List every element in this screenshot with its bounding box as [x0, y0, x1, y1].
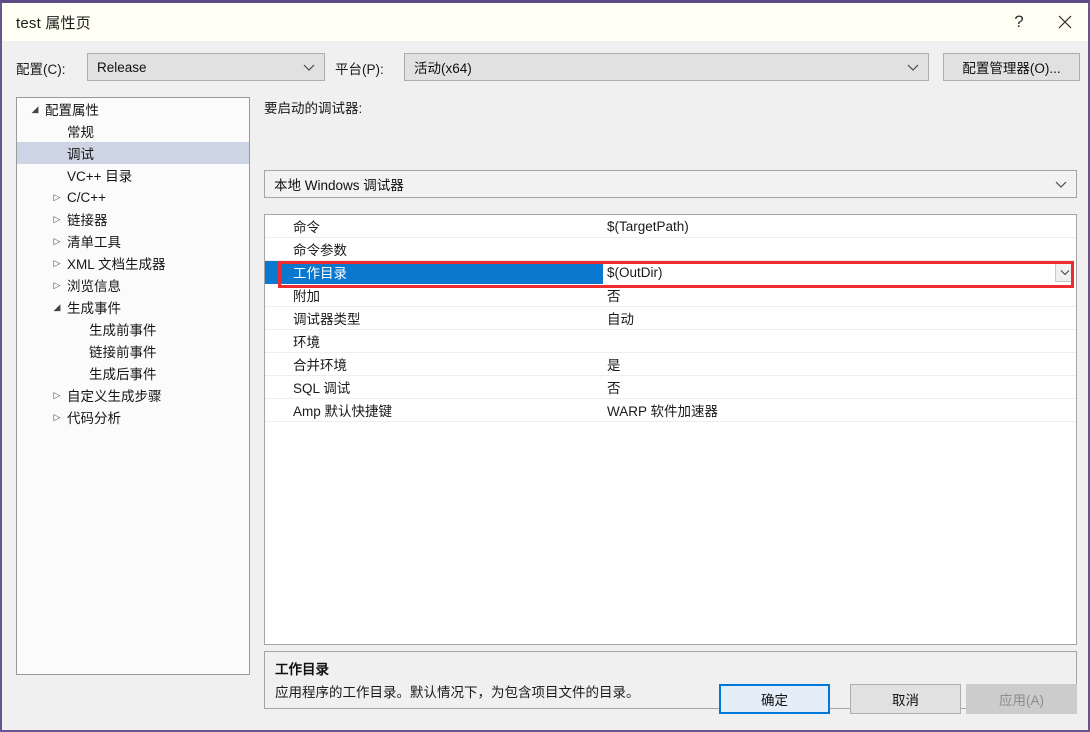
- tree-item-2[interactable]: 调试: [17, 142, 249, 164]
- triangle-right-icon[interactable]: ▷: [49, 236, 65, 246]
- property-row[interactable]: 合并环境 是: [265, 353, 1076, 376]
- tree-item-label: 链接前事件: [89, 345, 157, 360]
- tree-item-14[interactable]: ▷ 代码分析: [17, 406, 249, 428]
- tree-item-7[interactable]: ▷ XML 文档生成器: [17, 252, 249, 274]
- configuration-label: 配置(C):: [16, 62, 66, 77]
- property-name: SQL 调试: [293, 381, 351, 396]
- property-tree[interactable]: ◢ 配置属性 常规 调试 VC++ 目录 ▷ C/C++ ▷ 链接器 ▷ 清单工具 ▷ XML 文…: [16, 97, 250, 675]
- tree-item-1[interactable]: 常规: [17, 120, 249, 142]
- platform-label: 平台(P):: [335, 62, 384, 77]
- main-pane: 要启动的调试器: 本地 Windows 调试器 命令 $(TargetPath) 命…: [264, 97, 1077, 645]
- help-icon[interactable]: ?: [996, 3, 1042, 41]
- tree-item-label: 调试: [67, 147, 94, 162]
- tree-item-12[interactable]: 生成后事件: [17, 362, 249, 384]
- property-value: 否: [607, 381, 621, 396]
- triangle-right-icon[interactable]: ▷: [49, 258, 65, 268]
- tree-item-0[interactable]: ◢ 配置属性: [17, 98, 249, 120]
- configuration-value: Release: [97, 59, 147, 75]
- ok-button[interactable]: 确定: [719, 684, 830, 714]
- property-value: $(TargetPath): [607, 218, 689, 234]
- property-row[interactable]: 调试器类型 自动: [265, 307, 1076, 330]
- title-bar: test 属性页 ?: [2, 3, 1088, 41]
- property-row[interactable]: 附加 否: [265, 284, 1076, 307]
- property-row[interactable]: 命令参数: [265, 238, 1076, 261]
- property-name: 命令: [293, 220, 320, 235]
- property-value: 自动: [607, 312, 634, 327]
- property-name: 命令参数: [293, 243, 347, 258]
- tree-spacer-icon: [49, 149, 65, 158]
- tree-item-label: 生成事件: [67, 301, 121, 316]
- tree-item-label: 浏览信息: [67, 279, 121, 294]
- tree-item-label: XML 文档生成器: [67, 257, 166, 272]
- property-name: 合并环境: [293, 358, 347, 373]
- tree-spacer-icon: [49, 171, 65, 180]
- configuration-manager-button[interactable]: 配置管理器(O)...: [943, 53, 1080, 81]
- property-row[interactable]: Amp 默认快捷键 WARP 软件加速器: [265, 399, 1076, 422]
- tree-item-label: C/C++: [67, 189, 107, 205]
- chevron-down-icon: [1055, 177, 1067, 192]
- tree-item-label: 生成前事件: [89, 323, 157, 338]
- property-row[interactable]: SQL 调试 否: [265, 376, 1076, 399]
- dialog-body: 配置(C): Release 平台(P): 活动(x64) 配置管理器(O)..…: [2, 41, 1088, 730]
- chevron-down-icon: [303, 60, 315, 75]
- tree-item-label: 链接器: [67, 213, 108, 228]
- tree-item-label: VC++ 目录: [67, 169, 133, 184]
- close-icon[interactable]: [1042, 3, 1088, 41]
- tree-item-3[interactable]: VC++ 目录: [17, 164, 249, 186]
- tree-item-6[interactable]: ▷ 清单工具: [17, 230, 249, 252]
- apply-button: 应用(A): [966, 684, 1077, 714]
- triangle-down-icon[interactable]: ◢: [27, 104, 43, 114]
- property-value[interactable]: $(OutDir): [603, 265, 1076, 280]
- tree-item-10[interactable]: 生成前事件: [17, 318, 249, 340]
- cancel-button[interactable]: 取消: [850, 684, 961, 714]
- property-row[interactable]: 工作目录 $(OutDir): [265, 260, 1076, 284]
- configuration-bar: 配置(C): Release 平台(P): 活动(x64) 配置管理器(O)..…: [2, 53, 1088, 81]
- property-grid[interactable]: 命令 $(TargetPath) 命令参数 工作目录 $(OutDir) 附加否调试器类型…: [264, 214, 1077, 645]
- tree-spacer-icon: [71, 369, 87, 378]
- debugger-launcher-value: 本地 Windows 调试器: [274, 178, 404, 193]
- properties-dialog-window: test 属性页 ? 配置(C): Release 平台(P): 活动(x64): [0, 0, 1090, 732]
- property-row[interactable]: 环境: [265, 330, 1076, 353]
- tree-item-4[interactable]: ▷ C/C++: [17, 186, 249, 208]
- tree-item-label: 代码分析: [67, 411, 121, 426]
- property-name: 环境: [293, 335, 320, 350]
- configuration-select[interactable]: Release: [87, 53, 325, 81]
- triangle-right-icon[interactable]: ▷: [49, 280, 65, 290]
- chevron-down-icon: [907, 60, 919, 75]
- platform-value: 活动(x64): [414, 61, 472, 76]
- tree-spacer-icon: [49, 127, 65, 136]
- property-value: 否: [607, 289, 621, 304]
- triangle-right-icon[interactable]: ▷: [49, 192, 65, 202]
- debugger-launcher-select[interactable]: 本地 Windows 调试器: [264, 170, 1077, 198]
- debugger-launcher-label: 要启动的调试器:: [264, 101, 363, 116]
- triangle-down-icon[interactable]: ◢: [49, 302, 65, 312]
- tree-item-label: 生成后事件: [89, 367, 157, 382]
- tree-item-label: 自定义生成步骤: [67, 389, 162, 404]
- dialog-footer: 确定 取消 应用(A): [2, 664, 1088, 730]
- property-name: 附加: [293, 289, 320, 304]
- window-title: test 属性页: [16, 14, 91, 32]
- property-name: Amp 默认快捷键: [293, 404, 393, 419]
- tree-item-11[interactable]: 链接前事件: [17, 340, 249, 362]
- platform-select[interactable]: 活动(x64): [404, 53, 929, 81]
- triangle-right-icon[interactable]: ▷: [49, 214, 65, 224]
- triangle-right-icon[interactable]: ▷: [49, 412, 65, 422]
- property-name: 调试器类型: [293, 312, 361, 327]
- tree-spacer-icon: [71, 325, 87, 334]
- tree-item-13[interactable]: ▷ 自定义生成步骤: [17, 384, 249, 406]
- tree-item-9[interactable]: ◢ 生成事件: [17, 296, 249, 318]
- tree-item-label: 清单工具: [67, 235, 121, 250]
- tree-item-label: 配置属性: [45, 103, 99, 118]
- tree-item-label: 常规: [67, 125, 94, 140]
- tree-spacer-icon: [71, 347, 87, 356]
- tree-item-8[interactable]: ▷ 浏览信息: [17, 274, 249, 296]
- tree-item-5[interactable]: ▷ 链接器: [17, 208, 249, 230]
- property-name: 工作目录: [265, 260, 603, 284]
- property-value: 是: [607, 358, 621, 373]
- triangle-right-icon[interactable]: ▷: [49, 390, 65, 400]
- property-row[interactable]: 命令 $(TargetPath): [265, 215, 1076, 238]
- value-dropdown-button[interactable]: [1055, 263, 1074, 282]
- property-value: WARP 软件加速器: [607, 404, 719, 419]
